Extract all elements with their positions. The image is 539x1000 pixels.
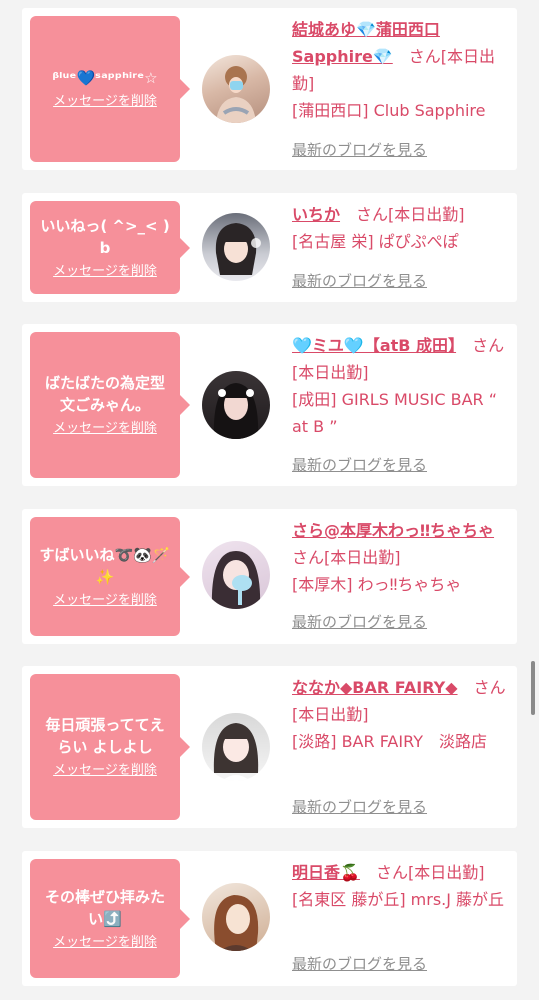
avatar-photo xyxy=(213,723,259,781)
message-card: すばいいね➰🐼🪄✨ メッセージを削除 さら@本厚木わっ‼ちゃちゃ さん[本日出勤… xyxy=(22,509,517,644)
host-shop: [名東区 藤が丘] mrs.J 藤が丘 xyxy=(292,890,505,909)
delete-message-link[interactable]: メッセージを削除 xyxy=(53,93,157,111)
message-text: すばいいね➰🐼🪄✨ xyxy=(39,545,171,586)
host-shop: [成田] GIRLS MUSIC BAR “ at B ” xyxy=(292,390,498,436)
message-card: 毎日頑張っててえらい よしよし メッセージを削除 ななか◆BAR FAIRY◆ … xyxy=(22,666,517,828)
host-status: さん[本日出勤] xyxy=(375,863,485,882)
host-info: さら@本厚木わっ‼ちゃちゃ さん[本日出勤] [本厚木] わっ‼ちゃちゃ xyxy=(292,517,510,598)
delete-message-link[interactable]: メッセージを削除 xyxy=(53,592,157,610)
message-text: ᵝˡᵘᵉ💙ˢᵃᵖᵖʰⁱʳᵉ☆ xyxy=(52,69,158,87)
host-info: 明日香🍒 さん[本日出勤] [名東区 藤が丘] mrs.J 藤が丘 xyxy=(292,859,510,913)
message-card: いいねっ( ^>_< )b メッセージを削除 いちか さん[本日出勤] [名古屋… xyxy=(22,193,517,302)
host-info: 結城あゆ💎蒲田西口Sapphire💎 さん[本日出勤] [蒲田西口] Club … xyxy=(292,16,510,124)
latest-blog-link[interactable]: 最新のブログを見る xyxy=(292,271,427,291)
host-status: さん[本日出勤] xyxy=(292,548,401,567)
scrollbar-thumb[interactable] xyxy=(531,661,535,715)
delete-message-link[interactable]: メッセージを削除 xyxy=(53,420,157,438)
host-info: 🩵ミユ🩵【atB 成田】 さん[本日出勤] [成田] GIRLS MUSIC B… xyxy=(292,332,510,440)
host-info: いちか さん[本日出勤] [名古屋 栄] ぱぴぷぺぽ xyxy=(292,201,510,255)
avatar[interactable] xyxy=(202,55,270,123)
avatar[interactable] xyxy=(202,541,270,609)
latest-blog-link[interactable]: 最新のブログを見る xyxy=(292,140,427,160)
message-bubble: いいねっ( ^>_< )b メッセージを削除 xyxy=(30,201,190,294)
message-text: ばたばたの為定型文ごみゃん。 xyxy=(44,374,165,414)
host-status: さん[本日出勤] xyxy=(356,205,465,224)
host-shop: [蒲田西口] Club Sapphire xyxy=(292,101,486,120)
message-card: その棒ぜひ拝みたい⤴️ メッセージを削除 明日香🍒 さん[本日出勤] [名東区 … xyxy=(22,851,517,986)
latest-blog-link[interactable]: 最新のブログを見る xyxy=(292,954,427,974)
message-text: 毎日頑張っててえらい よしよし xyxy=(45,716,165,756)
host-name-link[interactable]: いちか xyxy=(292,205,340,224)
latest-blog-link[interactable]: 最新のブログを見る xyxy=(292,797,427,817)
message-text: いいねっ( ^>_< )b xyxy=(40,216,170,257)
message-bubble: すばいいね➰🐼🪄✨ メッセージを削除 xyxy=(30,517,190,636)
host-shop: [淡路] BAR FAIRY 淡路店 xyxy=(292,732,487,751)
latest-blog-link[interactable]: 最新のブログを見る xyxy=(292,455,427,475)
message-card: ばたばたの為定型文ごみゃん。 メッセージを削除 🩵ミユ🩵【atB 成田】 さん[… xyxy=(22,324,517,486)
avatar-photo xyxy=(215,223,261,275)
message-bubble: ᵝˡᵘᵉ💙ˢᵃᵖᵖʰⁱʳᵉ☆ メッセージを削除 xyxy=(30,16,190,162)
avatar[interactable] xyxy=(202,213,270,281)
avatar[interactable] xyxy=(202,713,270,781)
avatar[interactable] xyxy=(202,883,270,951)
message-text: その棒ぜひ拝みたい⤴️ xyxy=(44,887,165,928)
host-info: ななか◆BAR FAIRY◆ さん[本日出勤] [淡路] BAR FAIRY 淡… xyxy=(292,674,510,755)
delete-message-link[interactable]: メッセージを削除 xyxy=(53,934,157,952)
host-name-link[interactable]: 🩵ミユ🩵【atB 成田】 xyxy=(292,336,456,355)
host-name-link[interactable]: さら@本厚木わっ‼ちゃちゃ xyxy=(292,521,494,540)
host-shop: [本厚木] わっ‼ちゃちゃ xyxy=(292,575,462,594)
host-name-link[interactable]: ななか◆BAR FAIRY◆ xyxy=(292,678,458,697)
avatar-photo xyxy=(216,66,256,123)
host-name-link[interactable]: 明日香🍒 xyxy=(292,863,360,882)
latest-blog-link[interactable]: 最新のブログを見る xyxy=(292,612,427,632)
avatar-photo xyxy=(214,895,259,951)
message-bubble: ばたばたの為定型文ごみゃん。 メッセージを削除 xyxy=(30,332,190,478)
avatar[interactable] xyxy=(202,371,270,439)
host-shop: [名古屋 栄] ぱぴぷぺぽ xyxy=(292,232,459,251)
message-bubble: 毎日頑張っててえらい よしよし メッセージを削除 xyxy=(30,674,190,820)
avatar-photo xyxy=(213,383,259,439)
avatar-photo xyxy=(211,551,261,609)
message-bubble: その棒ぜひ拝みたい⤴️ メッセージを削除 xyxy=(30,859,190,978)
message-card: ᵝˡᵘᵉ💙ˢᵃᵖᵖʰⁱʳᵉ☆ メッセージを削除 結城あゆ💎蒲田西口Sapphir… xyxy=(22,8,517,170)
delete-message-link[interactable]: メッセージを削除 xyxy=(53,762,157,780)
delete-message-link[interactable]: メッセージを削除 xyxy=(53,263,157,281)
